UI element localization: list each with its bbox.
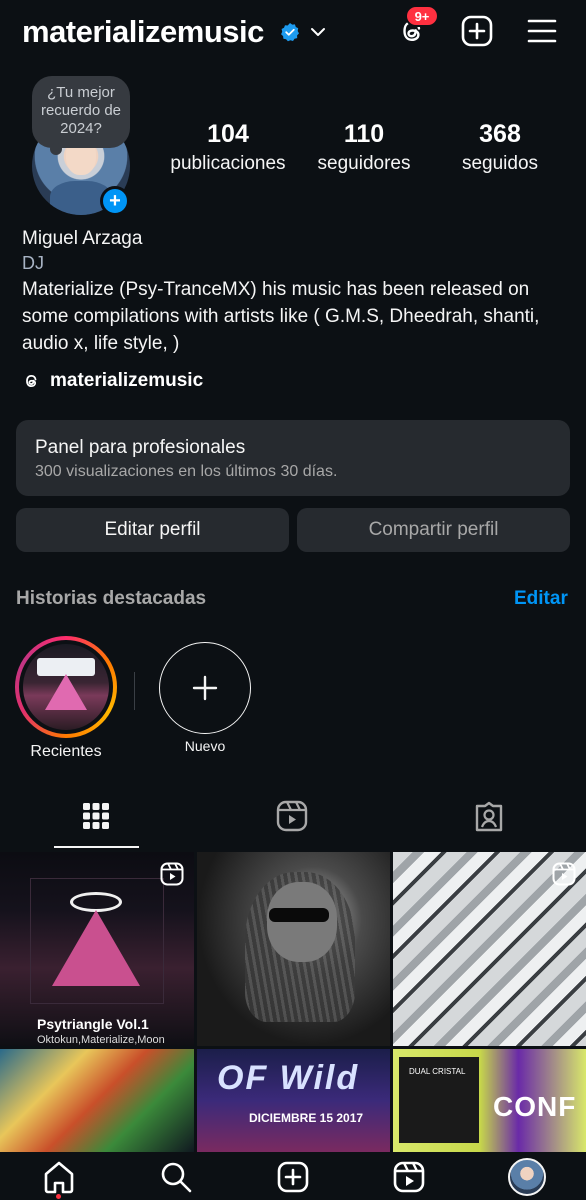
profile-bio: Materialize (Psy-TranceMX) his music has… <box>22 279 540 354</box>
stat-posts-label: publicaciones <box>170 153 286 174</box>
profile-nav-avatar[interactable] <box>508 1158 546 1196</box>
active-tab-indicator <box>54 846 139 848</box>
post-overlay-text: CONF <box>493 1091 577 1122</box>
posts-grid: Psytriangle Vol.1 Oktokun,Materialize,Mo… <box>0 852 586 1152</box>
home-icon[interactable] <box>42 1160 76 1194</box>
profile-username[interactable]: materializemusic <box>22 14 264 50</box>
reel-icon <box>552 862 576 886</box>
grid-post[interactable]: Psytriangle Vol.1 Oktokun,Materialize,Mo… <box>0 852 194 1046</box>
grid-tab-icon[interactable] <box>82 802 110 830</box>
highlight-recientes[interactable] <box>15 636 117 738</box>
grid-post[interactable] <box>197 852 390 1046</box>
home-active-dot <box>56 1194 61 1199</box>
profile-full-name: Miguel Arzaga <box>22 228 143 249</box>
grid-post[interactable]: OF Wild DICIEMBRE 15 2017 <box>197 1049 390 1152</box>
search-icon[interactable] <box>159 1160 193 1194</box>
stat-following[interactable]: 368 seguidos <box>455 120 545 175</box>
add-story-plus-icon[interactable]: + <box>100 186 130 216</box>
threads-handle: materializemusic <box>50 370 204 391</box>
professional-dashboard[interactable]: Panel para profesionales 300 visualizaci… <box>16 420 570 496</box>
highlights-title: Historias destacadas <box>16 588 207 609</box>
profile-category: DJ <box>22 253 44 273</box>
notification-badge: 9+ <box>405 5 439 27</box>
stat-posts-count: 104 <box>207 120 249 148</box>
plus-icon <box>192 675 218 701</box>
top-bar: materializemusic 9+ <box>0 0 586 66</box>
menu-icon[interactable] <box>525 14 559 48</box>
stat-followers[interactable]: 110 seguidores <box>313 120 415 175</box>
share-profile-button[interactable]: Compartir perfil <box>297 508 570 552</box>
grid-post[interactable] <box>393 852 586 1046</box>
new-highlight-button[interactable] <box>159 642 251 734</box>
highlights-edit-link[interactable]: Editar <box>514 588 568 610</box>
tagged-tab-icon[interactable] <box>473 800 505 832</box>
bottom-navigation <box>0 1152 586 1200</box>
stat-following-count: 368 <box>479 120 521 148</box>
highlight-cover-image <box>23 644 109 730</box>
grid-post[interactable]: DUAL CRISTAL CONF <box>393 1049 586 1152</box>
reel-icon <box>160 862 184 886</box>
stat-posts[interactable]: 104 publicaciones <box>168 120 288 175</box>
stat-following-label: seguidos <box>461 153 539 174</box>
reels-icon[interactable] <box>392 1160 426 1194</box>
post-caption-subtitle: Oktokun,Materialize,Moon <box>37 1034 165 1046</box>
professional-dashboard-subtitle: 300 visualizaciones en los últimos 30 dí… <box>35 463 338 480</box>
threads-profile-link[interactable]: materializemusic <box>22 369 203 393</box>
profile-content-tabs <box>0 790 586 848</box>
post-overlay-text: DICIEMBRE 15 2017 <box>249 1111 364 1125</box>
edit-profile-button[interactable]: Editar perfil <box>16 508 289 552</box>
verified-badge-icon <box>281 23 299 42</box>
highlight-label-recientes: Recientes <box>30 743 102 760</box>
stat-followers-count: 110 <box>343 120 385 148</box>
highlights-divider <box>134 672 135 710</box>
highlight-label-nuevo: Nuevo <box>184 738 226 754</box>
note-text: ¿Tu mejor recuerdo de 2024? <box>40 84 122 137</box>
chevron-down-icon[interactable] <box>308 22 328 42</box>
threads-small-icon <box>26 374 37 388</box>
create-post-icon[interactable] <box>276 1160 310 1194</box>
stat-followers-label: seguidores <box>317 153 411 174</box>
professional-dashboard-title: Panel para profesionales <box>35 437 246 458</box>
grid-post[interactable] <box>0 1049 194 1152</box>
post-caption-title: Psytriangle Vol.1 <box>37 1016 149 1032</box>
create-icon[interactable] <box>460 14 494 48</box>
profile-note-bubble[interactable]: ¿Tu mejor recuerdo de 2024? <box>32 76 130 155</box>
reels-tab-icon[interactable] <box>276 800 308 832</box>
